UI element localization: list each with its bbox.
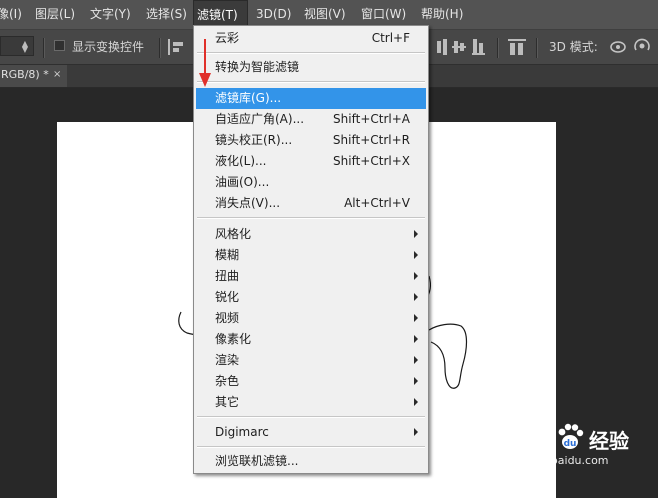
toolbar-divider <box>536 38 538 58</box>
menu-item-blur[interactable]: 模糊 <box>194 245 428 266</box>
menu-item-filter-gallery[interactable]: 滤镜库(G)... <box>196 88 426 109</box>
menu-layer[interactable]: 图层(L) <box>32 0 78 29</box>
menu-separator <box>197 446 425 448</box>
menu-separator <box>197 52 425 54</box>
3d-mode-label: 3D 模式: <box>549 40 598 54</box>
submenu-arrow-icon <box>414 398 418 406</box>
menu-item-clouds[interactable]: 云彩 Ctrl+F <box>194 28 428 49</box>
menu-item-sharpen[interactable]: 锐化 <box>194 287 428 308</box>
submenu-arrow-icon <box>414 356 418 364</box>
watermark-url: jingyan.baidu.com <box>507 454 609 467</box>
menu-separator <box>197 217 425 219</box>
annotation-arrow-icon <box>195 37 215 89</box>
document-tab-title: RGB/8) * <box>1 68 49 81</box>
menu-item-noise[interactable]: 杂色 <box>194 371 428 392</box>
menu-item-browse-filters-online[interactable]: 浏览联机滤镜... <box>194 451 428 472</box>
tool-preset-stepper[interactable]: ▲ ▼ <box>0 36 34 56</box>
stepper-arrows-icon: ▲ ▼ <box>21 39 28 54</box>
filter-menu: 云彩 Ctrl+F 转换为智能滤镜 滤镜库(G)... 自适应广角(A)... … <box>193 25 429 474</box>
submenu-arrow-icon <box>414 314 418 322</box>
3d-rotate-icon[interactable] <box>608 38 628 56</box>
menu-type[interactable]: 文字(Y) <box>87 0 134 29</box>
distribute-top-icon[interactable] <box>436 39 450 55</box>
menu-select[interactable]: 选择(S) <box>143 0 190 29</box>
menu-separator <box>197 81 425 83</box>
menu-item-render[interactable]: 渲染 <box>194 350 428 371</box>
menu-item-digimarc[interactable]: Digimarc <box>194 422 428 443</box>
watermark-brand-left: Bai <box>507 424 547 449</box>
watermark-brand-right: 经验 <box>589 429 629 453</box>
menu-item-adaptive-wide-angle[interactable]: 自适应广角(A)... Shift+Ctrl+A <box>194 109 428 130</box>
menu-item-liquify[interactable]: 液化(L)... Shift+Ctrl+X <box>194 151 428 172</box>
3d-roll-icon[interactable] <box>632 38 654 56</box>
submenu-arrow-icon <box>414 428 418 436</box>
baidu-jingyan-watermark: Bai du 经验 jingyan.baidu.com <box>505 412 655 498</box>
submenu-arrow-icon <box>414 335 418 343</box>
menu-item-distort[interactable]: 扭曲 <box>194 266 428 287</box>
show-transform-controls-label: 显示变换控件 <box>72 40 145 54</box>
document-tab[interactable]: RGB/8) * × <box>0 65 67 87</box>
distribute-vcenter-icon[interactable] <box>452 39 466 55</box>
show-transform-controls-checkbox[interactable] <box>54 40 65 51</box>
auto-align-icon[interactable] <box>508 39 526 55</box>
menu-item-lens-correction[interactable]: 镜头校正(R)... Shift+Ctrl+R <box>194 130 428 151</box>
menu-item-other[interactable]: 其它 <box>194 392 428 413</box>
submenu-arrow-icon <box>414 230 418 238</box>
menu-image[interactable]: 像(I) <box>0 0 25 29</box>
submenu-arrow-icon <box>414 251 418 259</box>
menu-item-video[interactable]: 视频 <box>194 308 428 329</box>
paw-logo-icon: du <box>558 423 584 449</box>
toolbar-divider <box>159 38 161 58</box>
distribute-bottom-icon[interactable] <box>472 39 486 55</box>
toolbar-divider <box>497 38 499 58</box>
menu-item-oil-paint[interactable]: 油画(O)... <box>194 172 428 193</box>
svg-text:du: du <box>564 439 577 449</box>
toolbar-divider <box>43 38 45 58</box>
submenu-arrow-icon <box>414 272 418 280</box>
submenu-arrow-icon <box>414 293 418 301</box>
menu-item-pixelate[interactable]: 像素化 <box>194 329 428 350</box>
menu-item-stylize[interactable]: 风格化 <box>194 224 428 245</box>
menu-item-convert-smart-filter[interactable]: 转换为智能滤镜 <box>194 57 428 78</box>
menu-separator <box>197 416 425 418</box>
submenu-arrow-icon <box>414 377 418 385</box>
align-icon[interactable] <box>166 39 188 55</box>
menu-item-vanishing-point[interactable]: 消失点(V)... Alt+Ctrl+V <box>194 193 428 214</box>
close-tab-icon[interactable]: × <box>53 65 61 85</box>
